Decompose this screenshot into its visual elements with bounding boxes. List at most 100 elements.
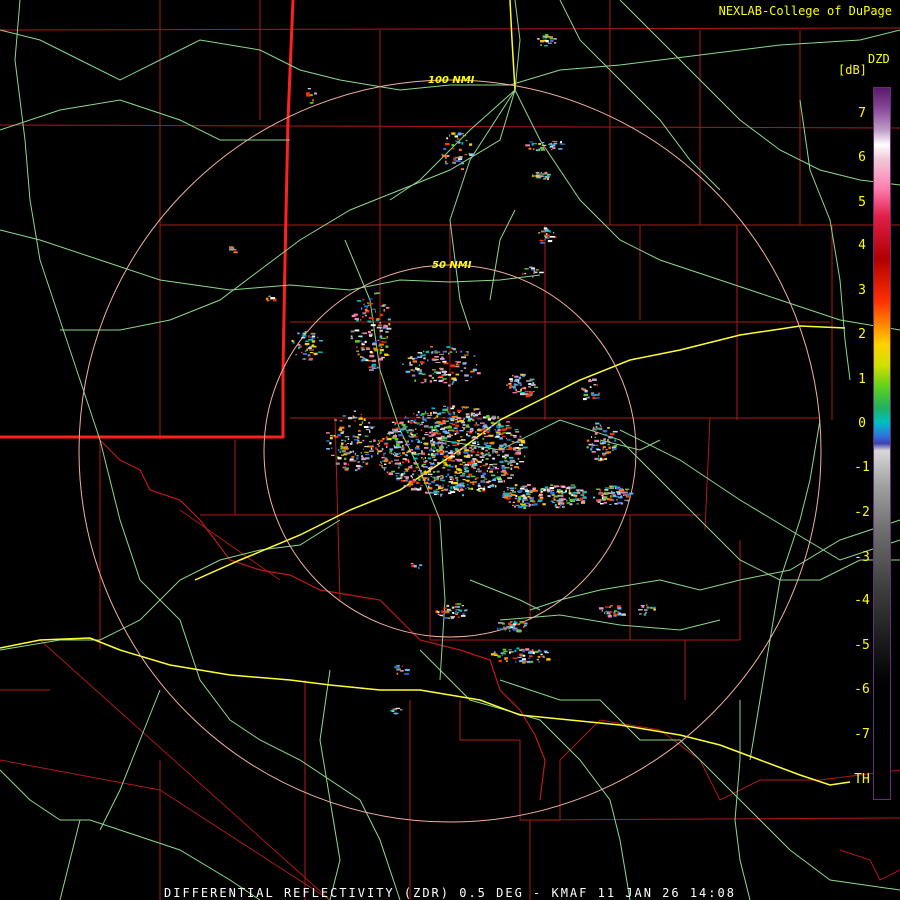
echo-pixel xyxy=(360,413,362,416)
echo-pixel xyxy=(453,413,455,415)
echo-pixel xyxy=(503,480,505,483)
echo-pixel xyxy=(481,459,484,461)
echo-pixel xyxy=(464,154,468,156)
echo-pixel xyxy=(360,356,362,358)
echo-pixel xyxy=(441,427,446,430)
echo-pixel xyxy=(581,500,586,503)
echo-pixel xyxy=(433,459,437,461)
scale-tick: 6 xyxy=(858,150,866,165)
echo-pixel xyxy=(534,386,538,388)
echo-pixel xyxy=(499,434,501,436)
echo-pixel xyxy=(422,418,424,420)
echo-pixel xyxy=(326,440,330,442)
echo-pixel xyxy=(442,420,446,423)
echo-pixel xyxy=(411,488,413,491)
echo-pixel xyxy=(438,380,443,383)
echo-pixel xyxy=(447,154,450,157)
echo-pixel xyxy=(527,657,531,659)
echo-pixel xyxy=(499,628,503,630)
echo-pixel xyxy=(456,415,458,417)
echo-pixel xyxy=(543,227,548,230)
echo-pixel xyxy=(412,360,417,363)
echo-pixel xyxy=(403,480,408,482)
echo-pixel xyxy=(361,348,364,351)
echo-pixel xyxy=(490,441,495,444)
echo-pixel xyxy=(434,350,438,353)
echo-pixel xyxy=(467,455,470,457)
echo-pixel xyxy=(513,621,518,624)
echo-pixel xyxy=(497,420,500,423)
echo-pixel xyxy=(442,360,447,363)
echo-pixel xyxy=(551,142,553,145)
echo-pixel xyxy=(325,432,330,434)
echo-pixel xyxy=(382,304,385,307)
echo-pixel xyxy=(354,436,359,438)
echo-pixel xyxy=(405,453,408,456)
echo-pixel xyxy=(233,251,238,254)
echo-pixel xyxy=(576,491,581,494)
echo-pixel xyxy=(566,487,571,490)
echo-pixel xyxy=(544,652,549,654)
echo-pixel xyxy=(413,413,415,415)
echo-pixel xyxy=(455,430,459,432)
echo-pixel xyxy=(594,436,597,438)
echo-pixel xyxy=(456,443,460,446)
echo-pixel xyxy=(383,309,386,312)
echo-pixel xyxy=(449,476,453,478)
echo-pixel xyxy=(477,468,480,470)
echo-pixel xyxy=(466,424,470,426)
echo-pixel xyxy=(537,499,543,502)
echo-pixel xyxy=(379,463,381,466)
echo-pixel xyxy=(519,497,521,500)
echo-pixel xyxy=(446,406,449,409)
echo-pixel xyxy=(397,466,400,469)
echo-pixel xyxy=(443,147,447,151)
echo-pixel xyxy=(351,314,356,318)
echo-pixel xyxy=(383,325,388,328)
echo-pixel xyxy=(427,453,430,456)
echo-pixel xyxy=(442,484,444,486)
echo-pixel xyxy=(450,617,454,619)
echo-pixel xyxy=(458,156,463,158)
echo-pixel xyxy=(465,139,468,142)
echo-pixel xyxy=(617,607,622,610)
echo-pixel xyxy=(524,505,528,507)
echo-pixel xyxy=(519,444,523,446)
echo-pixel xyxy=(540,488,544,491)
echo-pixel xyxy=(442,351,447,353)
echo-pixel xyxy=(476,372,481,375)
echo-pixel xyxy=(595,488,600,490)
echo-pixel xyxy=(396,672,399,675)
echo-pixel xyxy=(307,354,311,357)
echo-pixel xyxy=(513,436,517,438)
echo-pixel xyxy=(604,611,606,615)
echo-pixel xyxy=(566,500,568,502)
echo-pixel xyxy=(596,383,598,386)
echo-pixel xyxy=(457,420,459,423)
echo-pixel xyxy=(397,431,401,433)
echo-pixel xyxy=(421,477,423,479)
echo-pixel xyxy=(437,611,440,613)
echo-pixel xyxy=(378,344,381,347)
echo-pixel xyxy=(477,432,480,435)
echo-pixel xyxy=(266,300,270,302)
echo-pixel xyxy=(512,504,515,506)
echo-pixel xyxy=(357,467,361,470)
echo-pixel xyxy=(301,351,303,354)
echo-pixel xyxy=(612,612,616,614)
echo-pixel xyxy=(510,626,514,629)
echo-pixel xyxy=(575,496,577,499)
echo-pixel xyxy=(557,494,562,497)
echo-pixel xyxy=(472,442,476,445)
echo-pixel xyxy=(568,489,571,493)
echo-pixel xyxy=(603,446,605,448)
echo-pixel xyxy=(297,344,301,346)
echo-pixel xyxy=(613,447,617,450)
echo-pixel xyxy=(509,625,514,627)
echo-pixel xyxy=(612,485,617,487)
echo-pixel xyxy=(443,362,449,365)
echo-pixel xyxy=(311,340,316,343)
echo-pixel xyxy=(532,649,534,651)
echo-pixel xyxy=(390,709,394,711)
echo-pixel xyxy=(413,462,417,464)
